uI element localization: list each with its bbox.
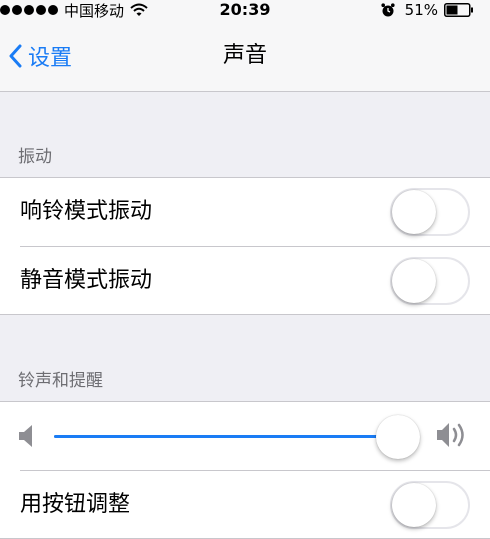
status-bar: 中国移动 20:39 51% bbox=[0, 0, 490, 20]
volume-low-icon bbox=[18, 424, 34, 448]
section-header-vibrate: 振动 bbox=[18, 147, 52, 167]
ringer-group: 用按钮调整 bbox=[0, 401, 490, 539]
slider-fill bbox=[54, 435, 398, 438]
battery-percent: 51% bbox=[404, 1, 438, 19]
battery-icon bbox=[444, 3, 474, 17]
row-label: 静音模式振动 bbox=[20, 268, 153, 293]
vibrate-on-ring-toggle[interactable] bbox=[390, 188, 470, 236]
vibrate-group: 响铃模式振动 静音模式振动 bbox=[0, 177, 490, 315]
toggle-knob bbox=[392, 483, 436, 527]
vibrate-on-silent-toggle[interactable] bbox=[390, 257, 470, 305]
toggle-knob bbox=[392, 190, 436, 234]
ringer-volume-slider[interactable] bbox=[54, 415, 420, 459]
volume-high-icon bbox=[436, 420, 472, 450]
slider-thumb[interactable] bbox=[375, 415, 420, 459]
toggle-knob bbox=[392, 259, 436, 303]
list-item-vibrate-on-ring: 响铃模式振动 bbox=[0, 178, 490, 246]
change-with-buttons-toggle[interactable] bbox=[390, 481, 470, 529]
row-label: 响铃模式振动 bbox=[20, 199, 153, 224]
nav-bar: 设置 声音 bbox=[0, 20, 490, 92]
page-title: 声音 bbox=[222, 43, 267, 68]
status-right: 51% bbox=[381, 0, 474, 20]
row-label: 用按钮调整 bbox=[20, 492, 131, 517]
alarm-icon bbox=[381, 3, 395, 17]
section-header-ringer: 铃声和提醒 bbox=[18, 371, 103, 391]
volume-row bbox=[0, 402, 490, 470]
list-item-change-with-buttons: 用按钮调整 bbox=[0, 471, 490, 539]
list-item-vibrate-on-silent: 静音模式振动 bbox=[0, 247, 490, 315]
